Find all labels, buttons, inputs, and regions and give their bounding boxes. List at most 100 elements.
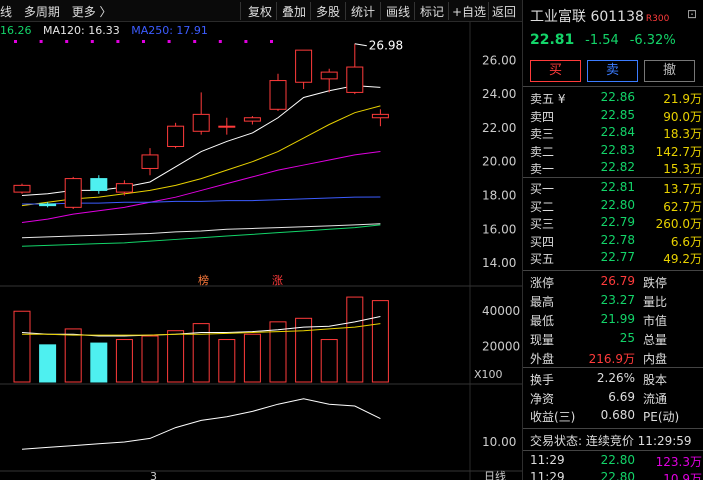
divider: [523, 270, 703, 271]
tick-volume: 10.9万: [663, 472, 702, 480]
ask-row[interactable]: 卖四 22.85 90.0万: [523, 108, 703, 126]
price-axis-label: 16.00: [482, 222, 516, 236]
ask-volume: 90.0万: [663, 109, 702, 124]
tick-row: 11:29 22.80 10.9万: [523, 470, 703, 480]
stat-label: PE(动): [643, 410, 680, 424]
price-axis-label: 22.00: [482, 121, 516, 135]
ask-volume: 142.7万: [655, 144, 702, 159]
candle-body: [320, 71, 338, 80]
toolbar-item-more[interactable]: 更多 〉: [72, 5, 112, 19]
bid-row[interactable]: 买三 22.79 260.0万: [523, 215, 703, 233]
ask-volume: 18.3万: [663, 127, 702, 141]
back-button[interactable]: 返回: [492, 3, 516, 20]
indicator-line: [21, 398, 381, 450]
candle-body: [346, 66, 364, 93]
divider: [523, 428, 703, 429]
toolbar-divider: [345, 2, 346, 20]
tick-volume: 123.3万: [655, 455, 702, 469]
add-watchlist-button[interactable]: +自选: [452, 3, 486, 20]
price-change: -1.54: [585, 33, 619, 48]
volume-unit-label: X100: [474, 368, 503, 381]
stat-label: 涨停: [530, 276, 555, 290]
ask-row[interactable]: 卖二 22.83 142.7万: [523, 143, 703, 161]
bid-row[interactable]: 买五 22.77 49.2万: [523, 250, 703, 268]
volume-bar: [269, 321, 287, 383]
stat-row: 现量 25 总量: [523, 331, 703, 349]
stat-value: 25: [619, 331, 635, 345]
signal-dot: [116, 40, 120, 43]
price-axis-label: 26.00: [482, 53, 516, 67]
buy-button[interactable]: 买: [530, 60, 581, 82]
stat-label: 现量: [530, 333, 555, 347]
ma120-legend-item: MA120: 16.33: [43, 24, 120, 37]
volume-bar: [167, 330, 185, 383]
draw-line-button[interactable]: 画线: [386, 3, 410, 20]
trade-status: 交易状态: 连续竞价 11:29:59: [523, 432, 703, 450]
stat-value: 0.680: [600, 408, 635, 422]
stat-row: 最低 21.99 市值: [523, 312, 703, 330]
statistics-button[interactable]: 统计: [351, 3, 375, 20]
bid-price: 22.78: [600, 232, 635, 247]
mark-button[interactable]: 标记: [420, 3, 444, 20]
tick-row: 11:29 22.80 123.3万: [523, 453, 703, 471]
price-axis-label: 24.00: [482, 87, 516, 101]
current-price: 22.81: [530, 32, 575, 48]
ask-label: 卖五 ¥: [530, 92, 566, 106]
candle-body: [218, 125, 236, 128]
price-axis-label: 20.00: [482, 155, 516, 169]
multi-stock-button[interactable]: 多股: [316, 3, 340, 20]
ask-row[interactable]: 卖一 22.82 15.3万: [523, 160, 703, 178]
volume-bar: [371, 300, 389, 383]
bid-label: 买三: [530, 217, 555, 231]
toolbar-item-line[interactable]: 线: [0, 5, 12, 19]
expand-icon[interactable]: ⊡: [687, 7, 697, 21]
overlay-button[interactable]: 叠加: [282, 3, 306, 20]
ask-row[interactable]: 卖三 22.84 18.3万: [523, 125, 703, 143]
signal-dot: [65, 40, 69, 43]
toolbar-item-multi-period[interactable]: 多周期: [24, 5, 60, 19]
price-change-pct: -6.32%: [629, 33, 676, 48]
volume-axis-label: 40000: [482, 304, 520, 318]
quote-panel: 工业富联 601138 R300 ⊡ 22.81 -1.54 -6.32% 买 卖…: [522, 0, 703, 480]
stat-label: 量比: [643, 295, 668, 309]
sell-button[interactable]: 卖: [587, 60, 638, 82]
bid-volume: 49.2万: [663, 252, 702, 266]
candle-body: [167, 125, 185, 147]
toolbar-divider: [414, 2, 415, 20]
toolbar-divider: [380, 2, 381, 20]
time-axis-tick: 3: [150, 470, 157, 480]
kline-chart-area[interactable]: 26.00 24.00 22.00 20.00 18.00 16.00 14.00 26.98…: [0, 22, 522, 480]
cancel-order-button[interactable]: 撤: [644, 60, 695, 82]
toolbar-divider: [488, 2, 489, 20]
stat-row: 涨停 26.79 跌停: [523, 274, 703, 292]
tick-time: 11:29: [530, 470, 565, 480]
volume-bar: [39, 344, 57, 383]
candle-body: [13, 184, 31, 193]
bid-row[interactable]: 买一 22.81 13.7万: [523, 180, 703, 198]
stat-row: 换手 2.26% 股本: [523, 371, 703, 389]
bid-row[interactable]: 买四 22.78 6.6万: [523, 233, 703, 251]
volume-bar: [64, 328, 82, 383]
max-pointer: [354, 43, 367, 47]
toolbar-divider: [448, 2, 449, 20]
ask-label: 卖三: [530, 127, 555, 141]
volume-bar: [320, 339, 338, 383]
candle-body: [371, 113, 389, 119]
ask-label: 卖四: [530, 109, 555, 124]
ask-price: 22.85: [600, 107, 635, 122]
stat-row: 净资 6.69 流通: [523, 390, 703, 408]
ma-legend-item: 16.26: [0, 24, 32, 37]
restore-rights-button[interactable]: 复权: [248, 3, 272, 20]
volume-bar: [141, 335, 159, 383]
signal-dot: [39, 40, 43, 43]
ask-volume: 21.9万: [663, 92, 702, 106]
bid-volume: 13.7万: [663, 182, 702, 196]
kline-chart[interactable]: 26.00 24.00 22.00 20.00 18.00 16.00 14.00 26.98…: [0, 22, 522, 480]
bid-row[interactable]: 买二 22.80 62.7万: [523, 198, 703, 216]
ask-row[interactable]: 卖五 ¥ 22.86 21.9万: [523, 90, 703, 108]
stat-value: 26.79: [600, 274, 635, 288]
stat-label: 跌停: [643, 276, 668, 290]
signal-dot: [218, 40, 222, 43]
bid-label: 买四: [530, 234, 555, 249]
signal-dot: [193, 40, 197, 43]
